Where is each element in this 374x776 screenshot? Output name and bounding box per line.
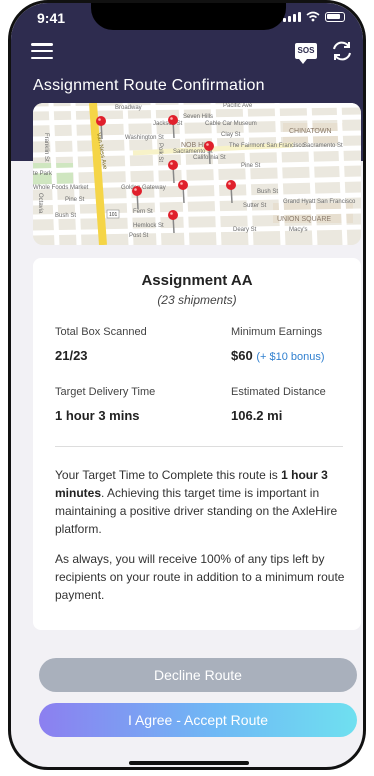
distance-label: Estimated Distance [231, 386, 326, 398]
min-earnings-label: Minimum Earnings [231, 326, 323, 338]
min-earnings-value: $60 (+ $10 bonus) [231, 348, 325, 363]
route-map[interactable]: Broadway Pacific Ave Seven Hills Jackson… [33, 103, 361, 245]
target-time-value: 1 hour 3 mins [55, 408, 140, 423]
map-label: The Fairmont San Francisco [229, 143, 305, 149]
map-label: Bush St [257, 189, 278, 195]
map-label: Bush St [55, 213, 76, 219]
decline-route-button[interactable]: Decline Route [39, 658, 357, 692]
map-label: te Park [33, 171, 53, 177]
map-canvas: Broadway Pacific Ave Seven Hills Jackson… [33, 103, 361, 245]
map-label: Washington St [125, 135, 164, 141]
map-label: CHINATOWN [289, 128, 332, 135]
map-label: Sacramento St [303, 143, 343, 149]
status-time: 9:41 [37, 10, 66, 26]
target-time-label: Target Delivery Time [55, 386, 156, 398]
assignment-card: Assignment AA (23 shipments) Total Box S… [33, 258, 361, 630]
highway-shield: 101 [109, 212, 118, 218]
refresh-icon[interactable] [330, 39, 354, 63]
page-title: Assignment Route Confirmation [33, 77, 265, 94]
map-label: Cable Car Museum [205, 121, 257, 127]
map-label: Jackson St [153, 121, 183, 127]
map-label: Octavia [37, 193, 43, 214]
map-label: Clay St [221, 132, 241, 138]
device-notch [91, 3, 286, 30]
box-scanned-label: Total Box Scanned [55, 326, 147, 338]
earnings-bonus: (+ $10 bonus) [256, 351, 325, 363]
distance-value: 106.2 mi [231, 408, 283, 423]
map-label: Grand Hyatt San Francisco [283, 199, 356, 205]
map-label: UNION SQUARE [277, 216, 331, 223]
map-label: Whole Foods Market [33, 185, 89, 191]
status-icons [283, 11, 345, 22]
map-label: Golden Gateway [121, 185, 166, 191]
sos-icon[interactable]: SOS [295, 43, 317, 64]
box-scanned-value: 21/23 [55, 348, 88, 363]
divider [55, 446, 343, 447]
map-label: Pine St [65, 197, 85, 203]
map-label: Seven Hills [183, 114, 213, 120]
assignment-title: Assignment AA [141, 272, 253, 289]
map-label: Deary St [233, 227, 257, 233]
map-label: Hemlock St [133, 223, 164, 229]
para1-prefix: Your Target Time to Complete this route … [55, 468, 278, 482]
map-label: Sutter St [243, 203, 267, 209]
map-label: Macy's [289, 227, 307, 233]
map-label: Post St [129, 233, 149, 239]
map-label: Pacific Ave [223, 103, 253, 109]
hamburger-menu-icon[interactable] [31, 43, 53, 59]
assignment-subtitle: (23 shipments) [157, 293, 237, 307]
accept-route-button[interactable]: I Agree - Accept Route [39, 703, 357, 737]
map-label: Polk St [157, 143, 163, 162]
target-time-paragraph: Your Target Time to Complete this route … [55, 466, 345, 538]
map-label: Franklin St [43, 133, 49, 162]
phone-screen: 9:41 SOS Assignment Route Confirmation B… [8, 0, 366, 770]
wifi-icon [306, 11, 320, 22]
earnings-amount: $60 [231, 348, 253, 363]
signal-icon [283, 11, 301, 22]
home-indicator [129, 761, 249, 765]
map-label: Broadway [115, 105, 142, 111]
map-label: Fern St [133, 209, 153, 215]
tips-paragraph: As always, you will receive 100% of any … [55, 552, 345, 602]
battery-icon [325, 11, 345, 22]
map-label: Pine St [241, 163, 261, 169]
